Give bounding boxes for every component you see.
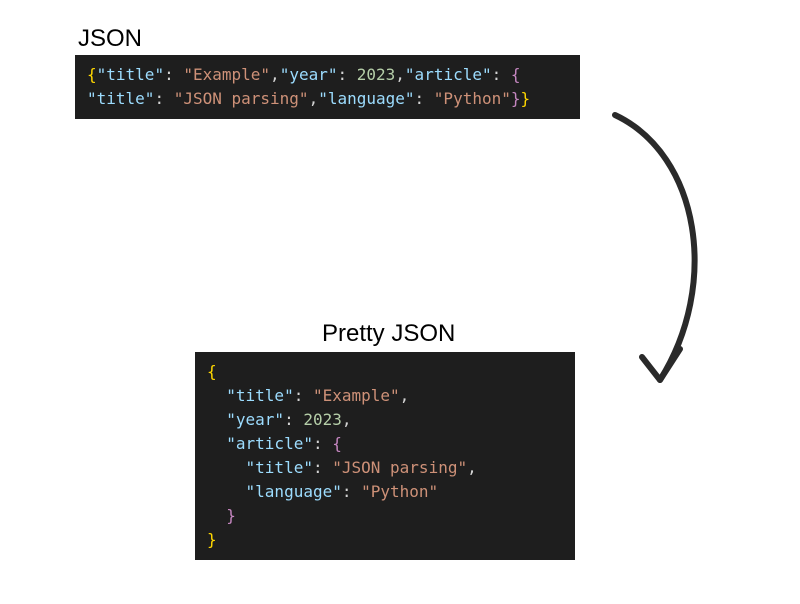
compact-json-block: {"title": "Example","year": 2023,"articl… <box>75 55 580 119</box>
json-key: "title" <box>97 65 164 84</box>
brace-open: { <box>87 65 97 84</box>
comma: , <box>309 89 319 108</box>
json-key: "title" <box>87 89 154 108</box>
colon: : <box>492 65 511 84</box>
colon: : <box>164 65 183 84</box>
colon: : <box>154 89 173 108</box>
pretty-json-label: Pretty JSON <box>322 320 455 348</box>
json-string: "JSON parsing" <box>332 458 467 477</box>
comma: , <box>270 65 280 84</box>
brace-open: { <box>332 434 342 453</box>
colon: : <box>342 482 361 501</box>
comma: , <box>395 65 405 84</box>
json-string: "Example" <box>183 65 270 84</box>
comma: , <box>467 458 477 477</box>
json-key: "article" <box>226 434 313 453</box>
json-string: "Python" <box>434 89 511 108</box>
json-key: "title" <box>246 458 313 477</box>
comma: , <box>400 386 410 405</box>
colon: : <box>337 65 356 84</box>
brace-open: { <box>207 362 217 381</box>
brace-open: { <box>511 65 521 84</box>
json-key: "article" <box>405 65 492 84</box>
json-key: "year" <box>226 410 284 429</box>
json-number: 2023 <box>357 65 396 84</box>
json-string: "JSON parsing" <box>174 89 309 108</box>
json-key: "language" <box>246 482 342 501</box>
comma: , <box>342 410 352 429</box>
brace-close: } <box>226 506 236 525</box>
arrow-icon <box>560 105 760 405</box>
json-string: "Example" <box>313 386 400 405</box>
pretty-json-block: { "title": "Example", "year": 2023, "art… <box>195 352 575 560</box>
json-key: "language" <box>318 89 414 108</box>
brace-close: } <box>511 89 521 108</box>
colon: : <box>313 434 332 453</box>
json-string: "Python" <box>361 482 438 501</box>
brace-close: } <box>521 89 531 108</box>
json-key: "title" <box>226 386 293 405</box>
colon: : <box>294 386 313 405</box>
colon: : <box>284 410 303 429</box>
json-label: JSON <box>78 25 142 53</box>
json-number: 2023 <box>303 410 342 429</box>
colon: : <box>415 89 434 108</box>
brace-close: } <box>207 530 217 549</box>
colon: : <box>313 458 332 477</box>
json-key: "year" <box>280 65 338 84</box>
